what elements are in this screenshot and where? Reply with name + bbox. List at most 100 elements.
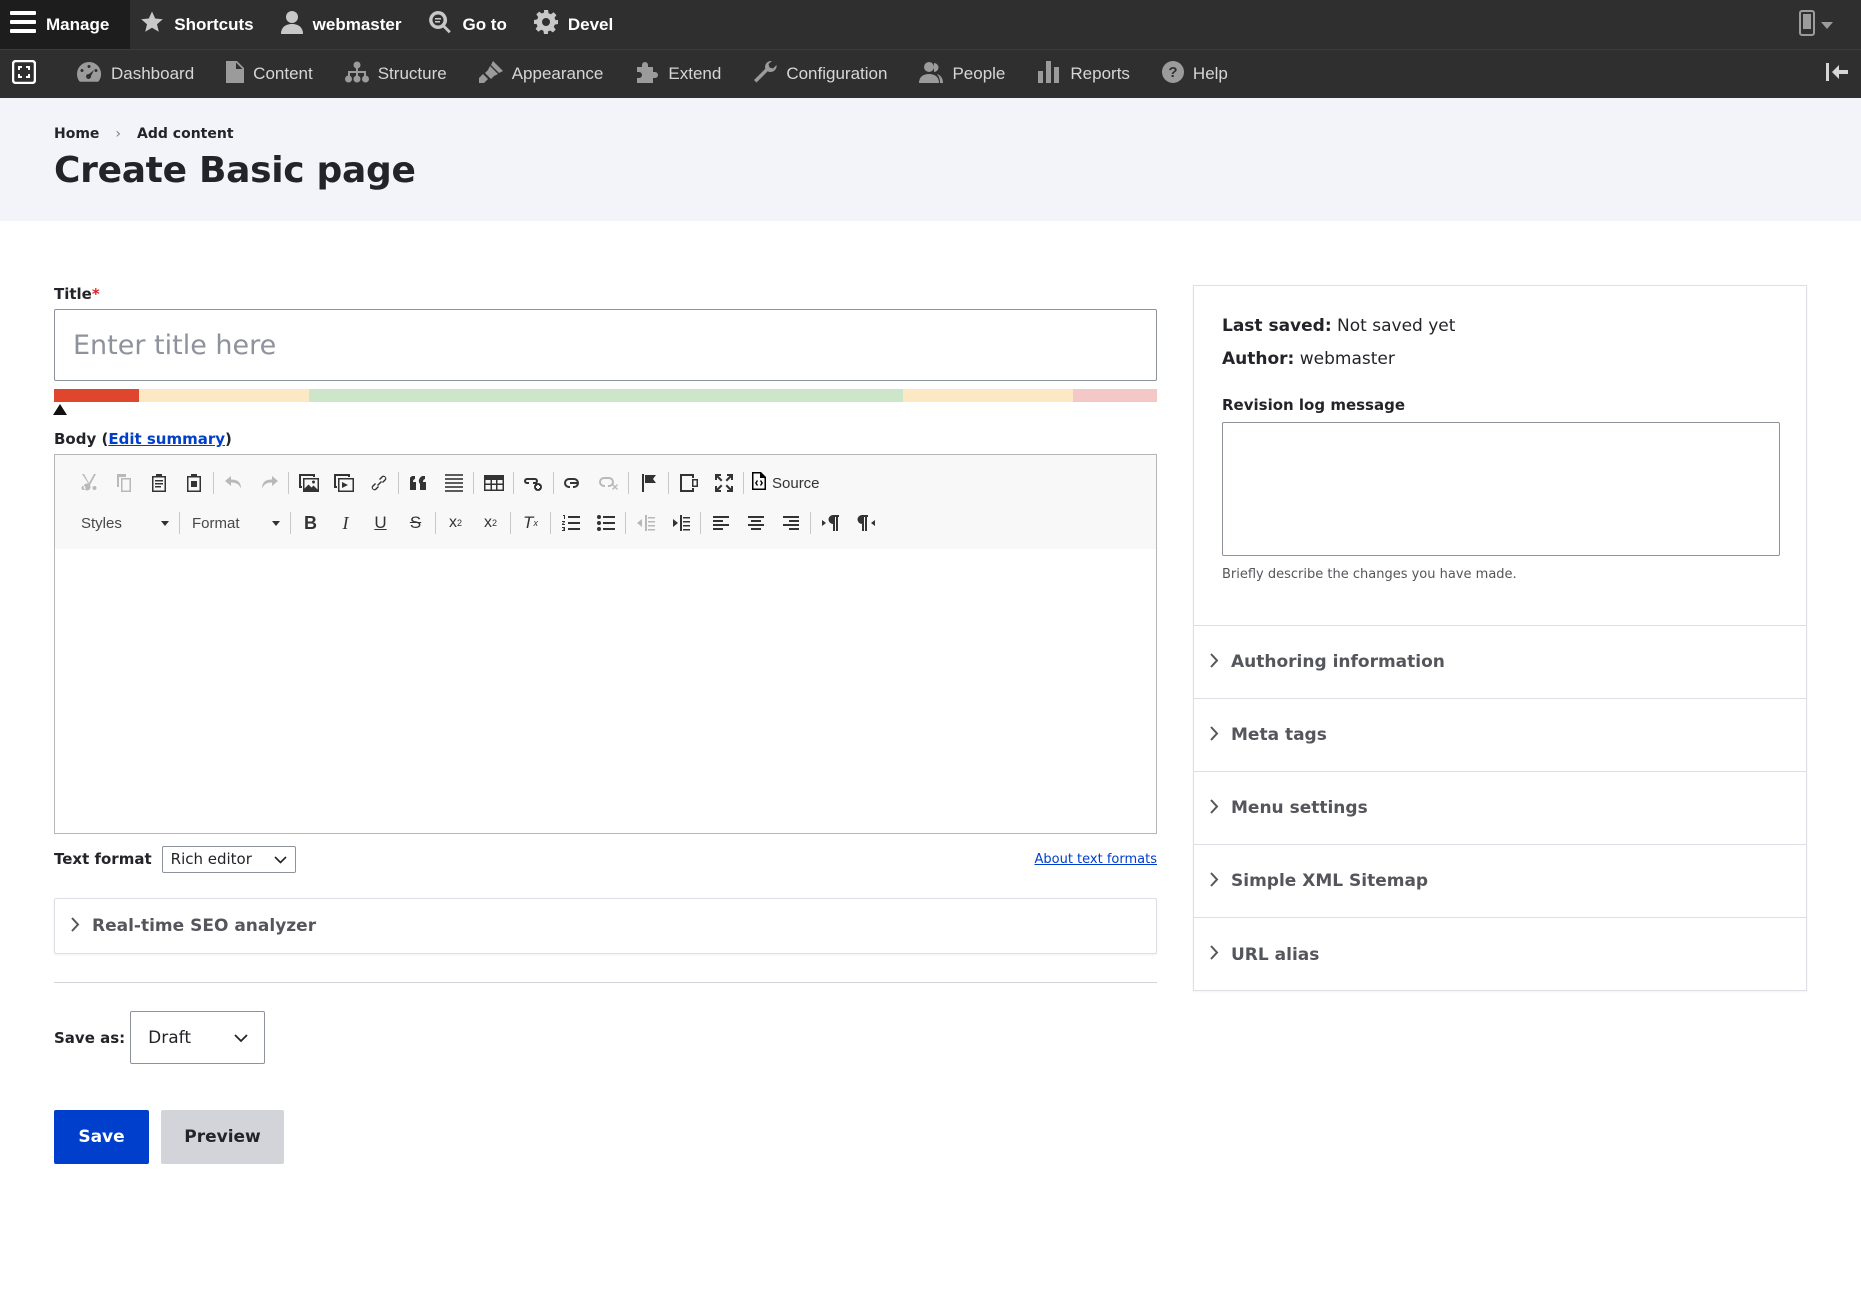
revision-log-textarea[interactable] [1222,422,1780,556]
devel-label: Devel [567,14,614,34]
user-tab[interactable]: webmaster [271,0,419,49]
url-alias-details[interactable]: URL alias [1194,918,1806,991]
chevron-right-icon [1210,725,1219,745]
source-label: Source [772,474,820,492]
menu-settings-details[interactable]: Menu settings [1194,772,1806,845]
styles-dropdown[interactable]: Styles [71,508,177,538]
text-direction-rtl-icon[interactable] [848,508,883,538]
bullet-list-icon[interactable] [588,508,623,538]
tray-structure-label: Structure [377,64,447,83]
editor-toolbar-row: Source [71,463,1142,503]
strikethrough-button[interactable]: S [398,508,433,538]
last-saved-label: Last saved: [1222,316,1332,336]
tray-appearance[interactable]: Appearance [463,50,620,98]
tray-reports[interactable]: Reports [1021,50,1146,98]
breadcrumb: Home › Add content [54,126,234,142]
tray-content[interactable]: Content [210,50,329,98]
toolbar-separator [435,512,436,534]
mobile-device-icon [1799,9,1815,40]
wrench-icon [753,60,777,88]
breadcrumb-add-content[interactable]: Add content [137,126,233,142]
copy-icon[interactable] [106,468,141,498]
devel-tab[interactable]: Devel [524,0,630,49]
structure-icon [344,61,369,88]
source-button[interactable]: Source [746,472,826,494]
remove-format-button[interactable]: Tx [513,508,548,538]
tray-orientation-toggle[interactable] [0,50,48,98]
edit-summary-link[interactable]: Edit summary [108,430,225,448]
preview-button[interactable]: Preview [161,1110,284,1164]
details-summary: Authoring information [1231,652,1445,672]
tray-dashboard[interactable]: Dashboard [48,50,210,98]
bold-button[interactable]: B [293,508,328,538]
tray-people[interactable]: People [903,50,1021,98]
align-right-icon[interactable] [773,508,808,538]
link-icon[interactable] [361,468,396,498]
bar-chart-icon [1037,60,1061,88]
save-button[interactable]: Save [54,1110,149,1164]
indent-icon[interactable] [663,508,698,538]
align-center-icon[interactable] [738,508,773,538]
help-icon: ? [1161,60,1184,88]
collapse-tray-button[interactable] [1813,50,1861,98]
tray-help[interactable]: ? Help [1146,50,1244,98]
authoring-information-details[interactable]: Authoring information [1194,626,1806,699]
insert-media-icon[interactable] [326,468,361,498]
tray-structure[interactable]: Structure [329,50,463,98]
horizontal-rule-icon[interactable] [436,468,471,498]
toolbar-separator [288,472,289,494]
breadcrumb-home[interactable]: Home [54,126,99,142]
redo-icon[interactable] [251,468,286,498]
italic-button[interactable]: I [328,508,363,538]
insert-image-icon[interactable] [291,468,326,498]
blockquote-icon[interactable] [401,468,436,498]
save-as-label: Save as: [54,1028,126,1047]
superscript-button[interactable]: x2 [473,508,508,538]
seo-bar-segment [903,389,1073,402]
text-format-select[interactable]: Rich editor [161,845,296,873]
simple-xml-sitemap-details[interactable]: Simple XML Sitemap [1194,845,1806,918]
paste-icon[interactable] [141,468,176,498]
seo-bar-segment [54,389,139,402]
toolbar-separator [810,512,811,534]
table-icon[interactable] [476,468,511,498]
insert-link-icon[interactable] [556,468,591,498]
last-saved-value: Not saved yet [1337,316,1456,336]
last-saved: Last saved: Not saved yet [1222,316,1778,336]
editor-content-area[interactable] [55,549,1156,833]
source-icon [752,472,766,494]
show-blocks-icon[interactable] [671,468,706,498]
user-icon [280,10,303,39]
paste-text-icon[interactable] [176,468,211,498]
manage-tab[interactable]: Manage [0,0,131,49]
shortcuts-tab[interactable]: Shortcuts [130,0,270,49]
undo-icon[interactable] [216,468,251,498]
responsive-preview-button[interactable] [1799,9,1861,40]
about-text-formats-link[interactable]: About text formats [1034,852,1157,867]
seo-analyzer-details[interactable]: Real-time SEO analyzer [54,898,1157,954]
cut-icon[interactable] [71,468,106,498]
text-format-value: Rich editor [170,850,252,868]
format-dropdown[interactable]: Format [182,508,288,538]
align-left-icon[interactable] [703,508,738,538]
entity-embed-icon[interactable] [516,468,551,498]
required-marker: * [91,285,100,303]
revision-log-label: Revision log message [1222,396,1406,414]
save-as-select[interactable]: Draft [130,1011,266,1064]
anchor-flag-icon[interactable] [631,468,666,498]
numbered-list-icon[interactable] [553,508,588,538]
tray-configuration[interactable]: Configuration [737,50,903,98]
underline-button[interactable]: U [363,508,398,538]
goto-tab[interactable]: Go to [418,0,523,49]
tray-extend[interactable]: Extend [619,50,737,98]
unlink-icon[interactable] [591,468,626,498]
body-label-prefix: Body ( [54,430,109,448]
text-direction-ltr-icon[interactable] [813,508,848,538]
title-input[interactable] [54,309,1157,381]
outdent-icon[interactable] [628,508,663,538]
tray-extend-label: Extend [668,64,722,83]
chevron-right-icon [71,916,80,936]
subscript-button[interactable]: x2 [438,508,473,538]
meta-tags-details[interactable]: Meta tags [1194,699,1806,772]
maximize-icon[interactable] [706,468,741,498]
